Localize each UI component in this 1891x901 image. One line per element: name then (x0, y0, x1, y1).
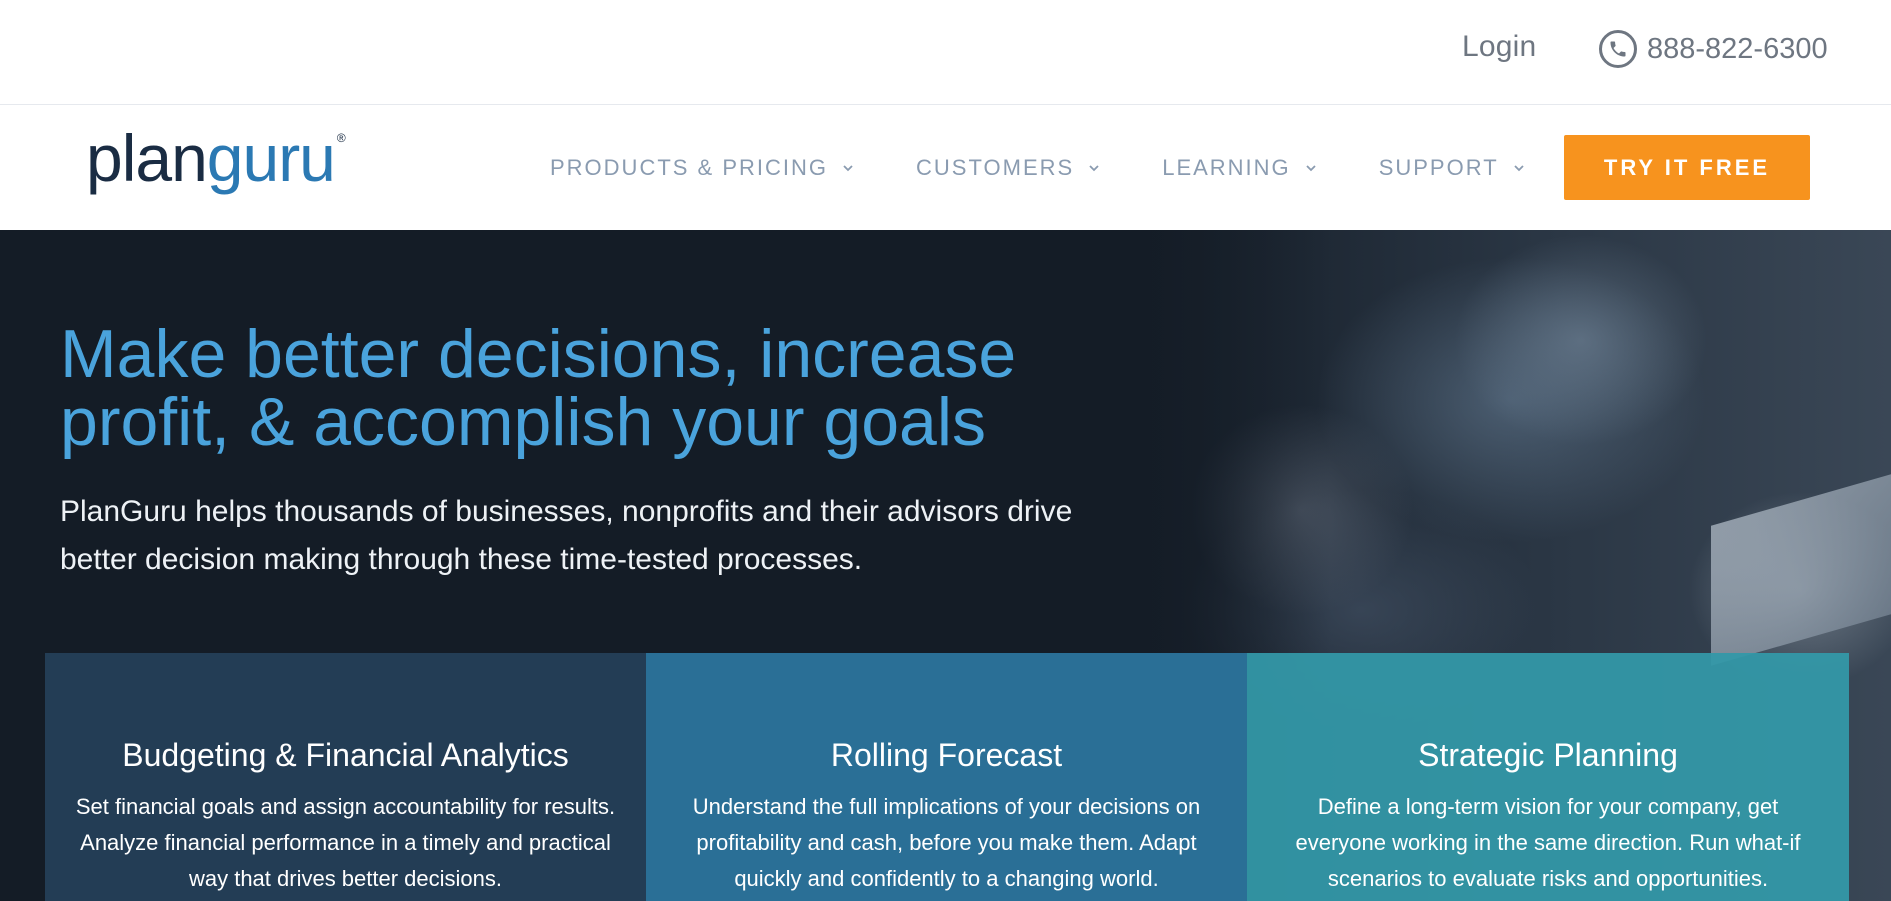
feature-card-budgeting[interactable]: Budgeting & Financial Analytics Set fina… (45, 653, 646, 901)
hero-section: Make better decisions, increase profit, … (0, 230, 1891, 901)
chevron-down-icon (1305, 162, 1317, 174)
laptop-screen-shape (1711, 474, 1891, 666)
feature-card-title: Strategic Planning (1418, 737, 1678, 773)
main-navbar: plan guru ® PRODUCTS & PRICING CUSTOMERS… (0, 105, 1891, 230)
feature-card-strategic-planning[interactable]: Strategic Planning Define a long-term vi… (1247, 653, 1849, 901)
chevron-down-icon (842, 162, 854, 174)
phone-icon-glyph (1610, 41, 1626, 57)
primary-nav: PRODUCTS & PRICING CUSTOMERS LEARNING SU… (550, 105, 1587, 230)
feature-card-description: Understand the full implications of your… (692, 794, 1201, 891)
chevron-down-icon (1088, 162, 1100, 174)
feature-card-description: Define a long-term vision for your compa… (1295, 794, 1801, 891)
nav-item-label: CUSTOMERS (916, 154, 1075, 180)
nav-item-label: LEARNING (1162, 154, 1291, 180)
utility-bar: Login 888-822-6300 (0, 0, 1891, 105)
logo-text-guru: guru (206, 121, 336, 195)
feature-cards: Budgeting & Financial Analytics Set fina… (45, 653, 1849, 901)
chevron-down-icon (1513, 162, 1525, 174)
planguru-logo[interactable]: plan guru ® (86, 125, 346, 205)
hero-subtitle: PlanGuru helps thousands of businesses, … (60, 495, 1073, 576)
nav-item-support[interactable]: SUPPORT (1379, 155, 1525, 181)
feature-card-title: Rolling Forecast (830, 737, 1063, 773)
phone-number: 888-822-6300 (1647, 32, 1828, 65)
nav-item-label: PRODUCTS & PRICING (550, 154, 829, 180)
feature-card-rolling-forecast[interactable]: Rolling Forecast Understand the full imp… (646, 653, 1247, 901)
hero-title: Make better decisions, increase profit, … (60, 316, 1017, 460)
nav-item-learning[interactable]: LEARNING (1162, 155, 1316, 181)
nav-item-label: SUPPORT (1378, 154, 1499, 180)
try-it-free-button[interactable]: TRY IT FREE (1564, 135, 1810, 200)
nav-item-customers[interactable]: CUSTOMERS (916, 155, 1100, 181)
feature-card-description: Set financial goals and assign accountab… (75, 794, 616, 891)
phone-link[interactable]: 888-822-6300 (1599, 30, 1828, 68)
phone-icon (1599, 30, 1637, 68)
logo-text-plan: plan (86, 121, 208, 195)
login-link[interactable]: Login (1462, 30, 1536, 64)
nav-item-products-pricing[interactable]: PRODUCTS & PRICING (550, 155, 854, 181)
feature-card-title: Budgeting & Financial Analytics (122, 737, 569, 773)
registered-mark: ® (336, 131, 346, 145)
